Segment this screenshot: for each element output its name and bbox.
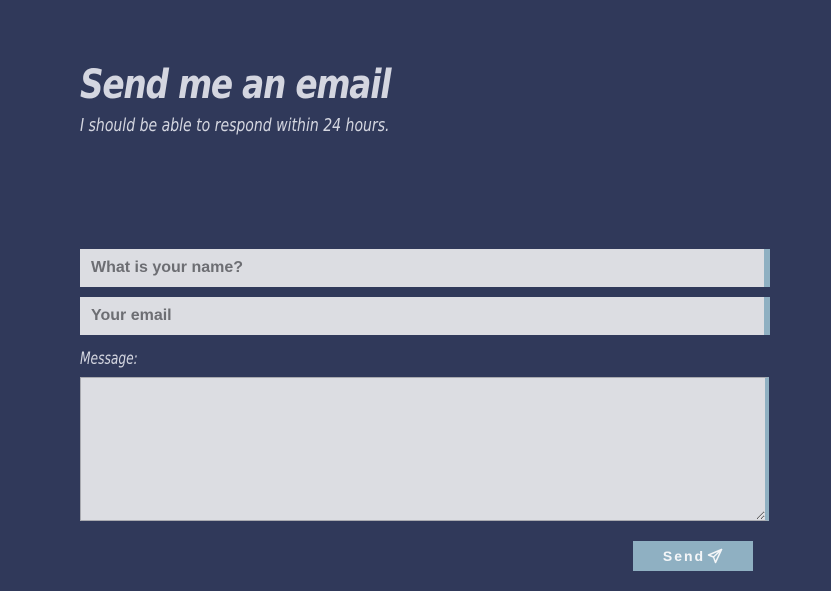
name-input[interactable] <box>80 249 770 287</box>
paper-plane-icon <box>707 548 723 564</box>
send-button-label: Send <box>662 548 706 564</box>
page-title: Send me an email <box>80 62 391 108</box>
send-button[interactable]: Send <box>633 541 753 571</box>
message-textarea[interactable] <box>80 377 769 521</box>
page-subtitle: I should be able to respond within 24 ho… <box>80 115 390 136</box>
message-label: Message: <box>80 349 138 369</box>
email-input[interactable] <box>80 297 770 335</box>
